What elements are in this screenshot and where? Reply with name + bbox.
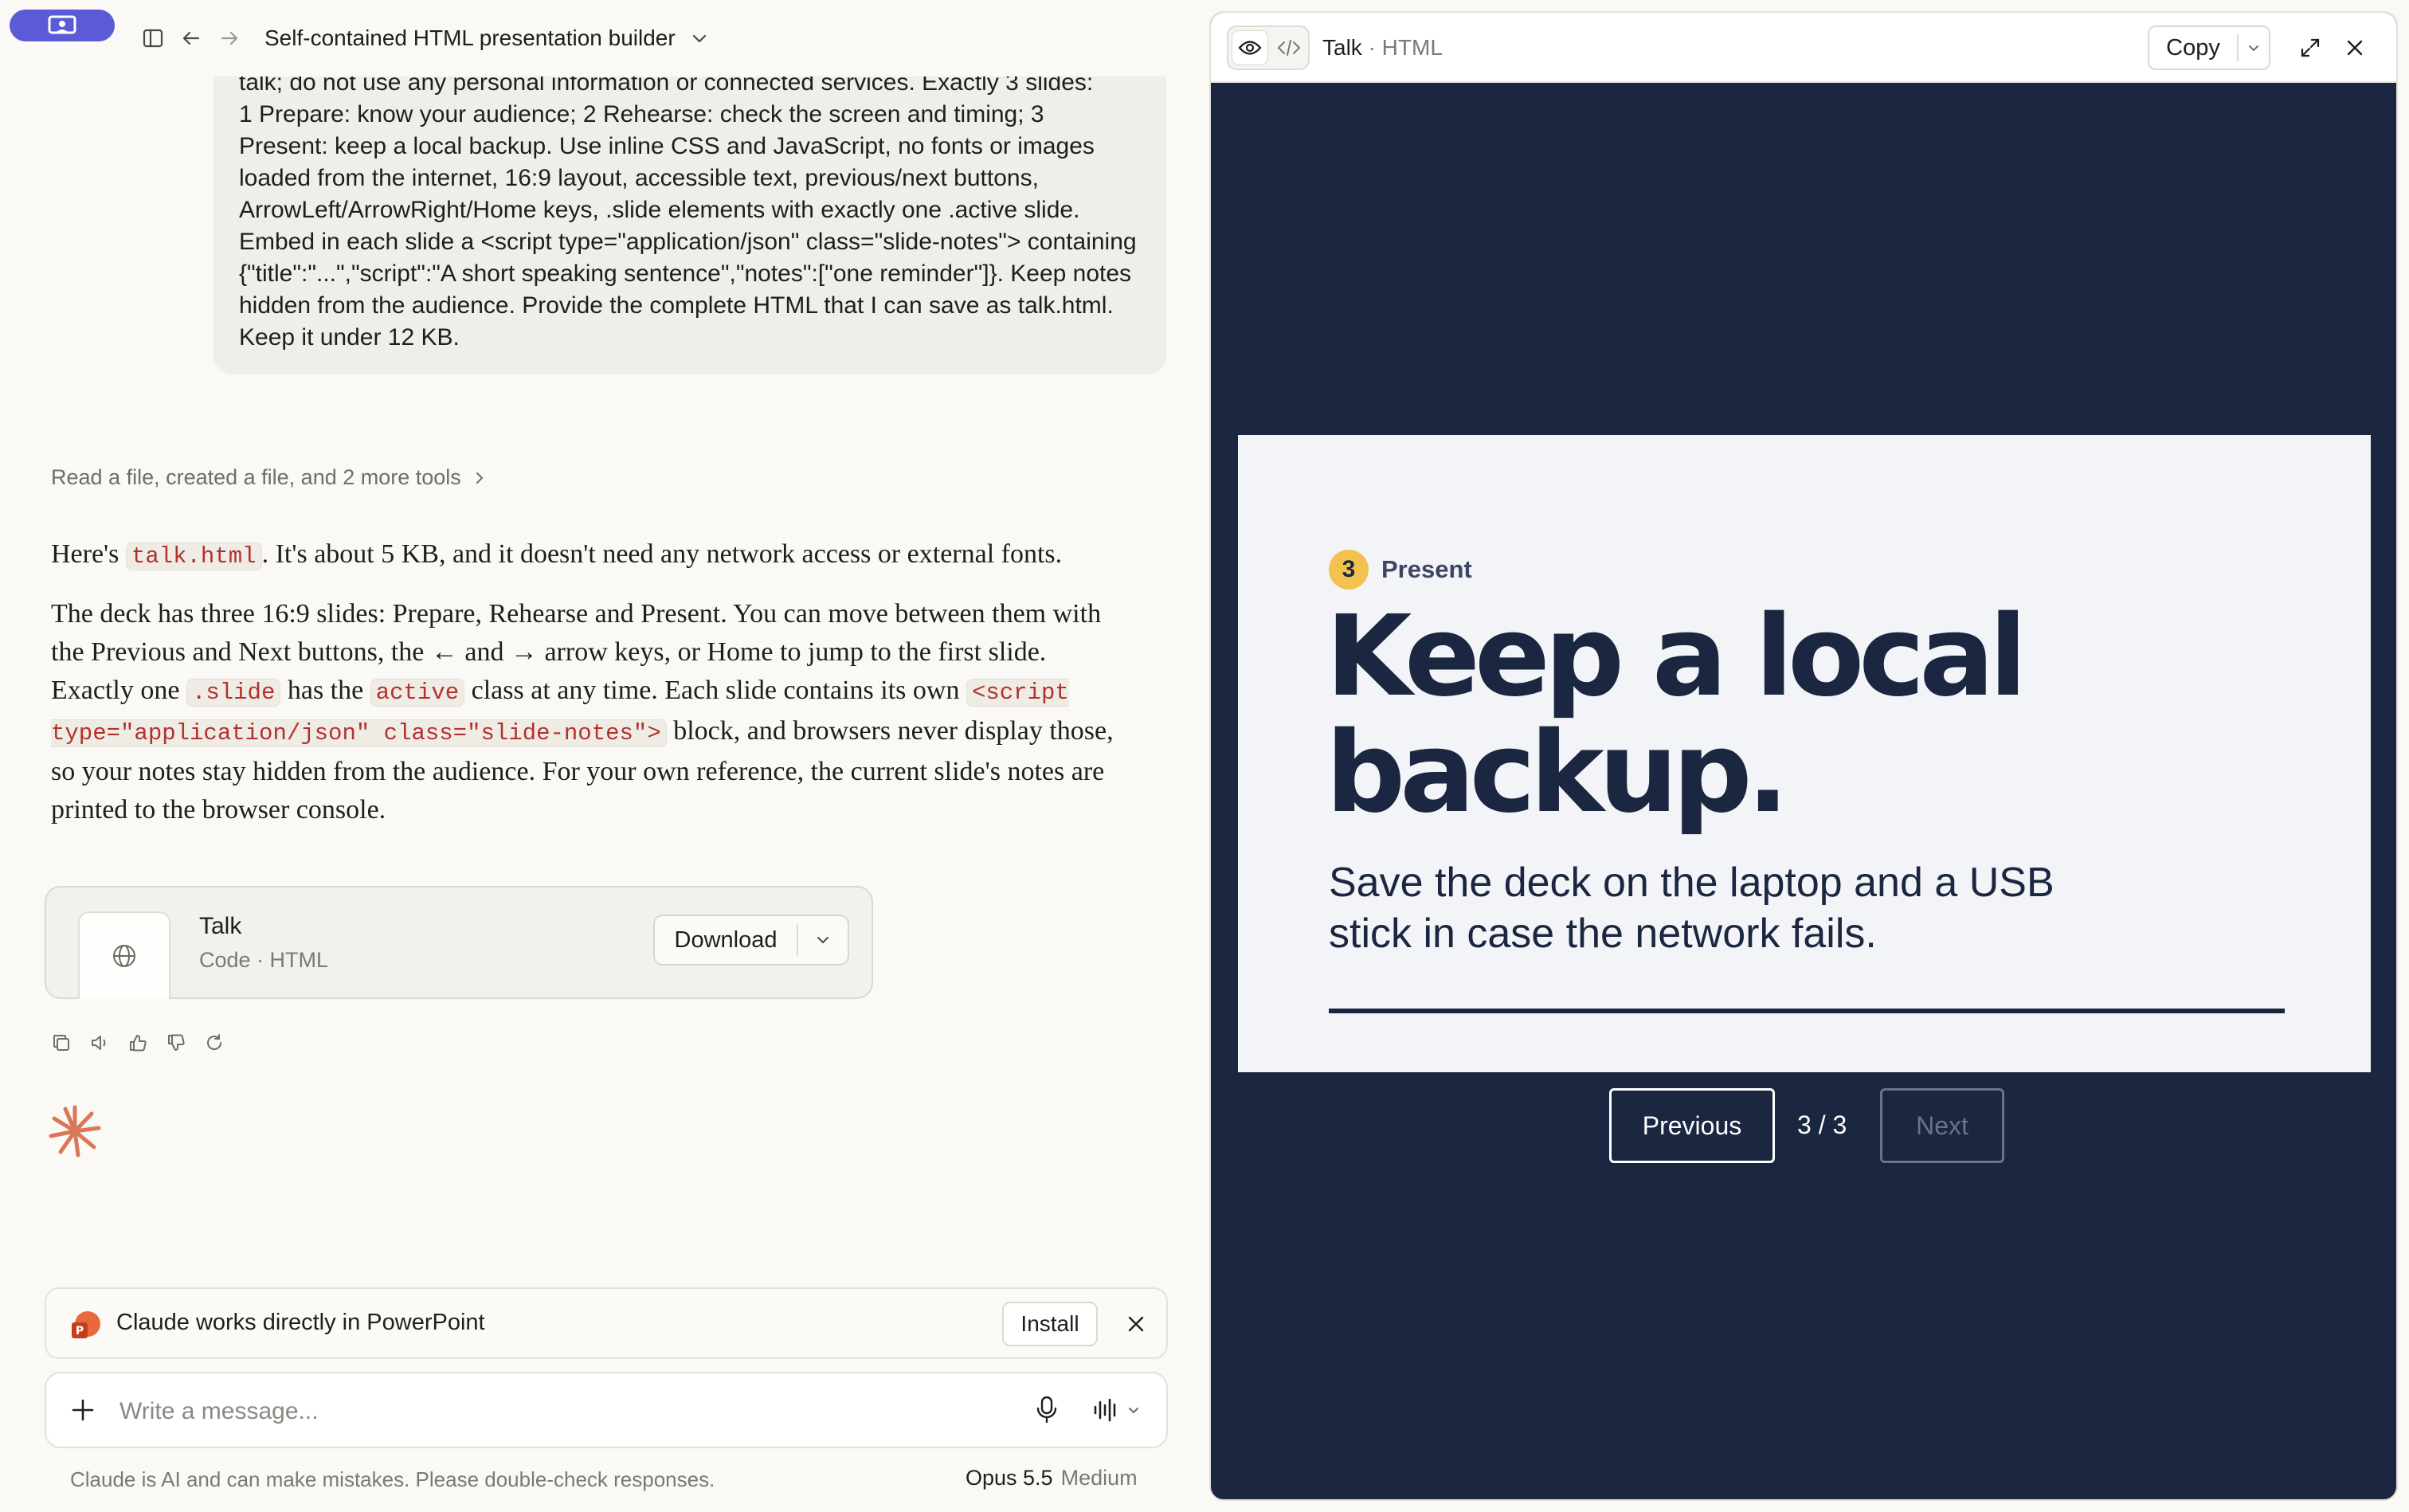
speaker-icon[interactable] <box>86 1029 113 1056</box>
screen-user-icon <box>48 15 76 34</box>
disclaimer-text: Claude is AI and can make mistakes. Plea… <box>70 1467 715 1491</box>
thumbs-down-icon[interactable] <box>163 1029 190 1056</box>
copy-button[interactable]: Copy <box>2148 25 2270 70</box>
voice-mode-button[interactable] <box>1091 1396 1141 1424</box>
svg-text:P: P <box>76 1325 84 1338</box>
mode-toggle-button[interactable] <box>10 10 115 41</box>
forward-arrow-icon[interactable] <box>213 22 245 54</box>
view-toggle <box>1227 25 1310 70</box>
back-arrow-icon[interactable] <box>175 22 207 54</box>
inline-code-slide: .slide <box>186 679 281 707</box>
code-view-icon[interactable] <box>1271 30 1306 65</box>
thumbs-up-icon[interactable] <box>124 1029 151 1056</box>
reply-text: . It's about 5 KB, and it doesn't need a… <box>261 539 1063 569</box>
top-bar: Self-contained HTML presentation builder <box>0 0 1195 76</box>
conversation-pane: talk; do not use any personal informatio… <box>0 76 1195 1512</box>
user-message-text: talk; do not use any personal informatio… <box>239 76 1137 351</box>
reply-paragraph-1: Here's talk.html. It's about 5 KB, and i… <box>51 535 1118 576</box>
message-input[interactable] <box>119 1389 996 1434</box>
chat-title-text: Self-contained HTML presentation builder <box>264 25 676 50</box>
reply-text: class at any time. Each slide contains i… <box>464 676 966 705</box>
slide-rule <box>1329 1009 2285 1013</box>
artifact-title-type: · HTML <box>1368 35 1443 60</box>
banner-text: Claude works directly in PowerPoint <box>116 1310 485 1335</box>
model-name: Opus 5.5 <box>966 1466 1053 1490</box>
reply-text: Here's <box>51 539 126 569</box>
slide-heading: Keep a local backup. <box>1326 592 2027 838</box>
previous-slide-button[interactable]: Previous <box>1609 1088 1775 1163</box>
globe-icon <box>113 945 135 967</box>
claude-spark-icon <box>48 1104 102 1162</box>
artifact-title: Talk · HTML <box>1322 35 1443 61</box>
tools-summary[interactable]: Read a file, created a file, and 2 more … <box>51 465 487 490</box>
inline-code-filename: talk.html <box>125 543 262 570</box>
artifact-type: Code · HTML <box>199 948 329 972</box>
microphone-icon[interactable] <box>1032 1394 1061 1430</box>
slide-subtitle: Save the deck on the laptop and a USB st… <box>1329 860 2055 957</box>
assistant-reply: Here's talk.html. It's about 5 KB, and i… <box>51 535 1118 848</box>
slide-kicker: Present <box>1381 555 1472 583</box>
add-attachment-icon[interactable] <box>69 1396 97 1428</box>
copy-label: Copy <box>2166 34 2220 61</box>
artifact-name: Talk <box>199 913 242 939</box>
copy-icon[interactable] <box>48 1029 75 1056</box>
artifact-title-name: Talk <box>1322 35 1362 60</box>
chevron-right-icon <box>476 472 484 484</box>
artifact-thumbnail <box>78 911 170 999</box>
deck-navigation: Previous 3 / 3 Next <box>1211 1088 2396 1163</box>
copy-options-chevron-icon[interactable] <box>2239 40 2269 56</box>
inline-code-active: active <box>370 679 465 707</box>
expand-icon[interactable] <box>2293 30 2328 65</box>
reply-text: has the <box>280 676 370 705</box>
install-button[interactable]: Install <box>1002 1302 1098 1346</box>
slide-counter: 3 / 3 <box>1797 1110 1847 1139</box>
user-message: talk; do not use any personal informatio… <box>213 76 1166 374</box>
chevron-down-icon <box>1129 1408 1138 1414</box>
retry-icon[interactable] <box>201 1029 228 1056</box>
artifact-card[interactable]: Talk Code · HTML Download <box>45 886 873 999</box>
presentation-slide: 3 Present Keep a local backup. Save the … <box>1238 435 2371 1072</box>
close-panel-icon[interactable] <box>2337 30 2372 65</box>
message-composer <box>45 1372 1168 1448</box>
download-label: Download <box>674 926 778 953</box>
slide-number-badge: 3 <box>1329 550 1369 590</box>
waveform-icon <box>1094 1398 1116 1422</box>
effort-level: Medium <box>1060 1466 1138 1490</box>
powerpoint-banner: P Claude works directly in PowerPoint In… <box>45 1287 1168 1359</box>
powerpoint-logo-icon: P <box>70 1310 102 1346</box>
sidebar-toggle-icon[interactable] <box>137 22 169 54</box>
next-slide-button[interactable]: Next <box>1880 1088 2004 1163</box>
slide-badge-row: 3 Present <box>1329 550 1472 590</box>
artifact-panel-header: Talk · HTML Copy <box>1211 13 2396 83</box>
chevron-down-icon <box>692 34 706 43</box>
tools-summary-text: Read a file, created a file, and 2 more … <box>51 465 461 489</box>
close-banner-icon[interactable] <box>1120 1308 1152 1340</box>
download-options-chevron-icon[interactable] <box>798 931 848 949</box>
reply-paragraph-2: The deck has three 16:9 slides: Prepare,… <box>51 595 1118 829</box>
download-button[interactable]: Download <box>653 915 849 966</box>
model-selector[interactable]: Opus 5.5 Medium <box>966 1466 1138 1490</box>
preview-eye-icon[interactable] <box>1232 30 1268 65</box>
message-actions <box>48 1029 228 1056</box>
artifact-panel: Talk · HTML Copy 3 Present Keep a local … <box>1209 11 2398 1501</box>
chat-title[interactable]: Self-contained HTML presentation builder <box>264 22 709 54</box>
